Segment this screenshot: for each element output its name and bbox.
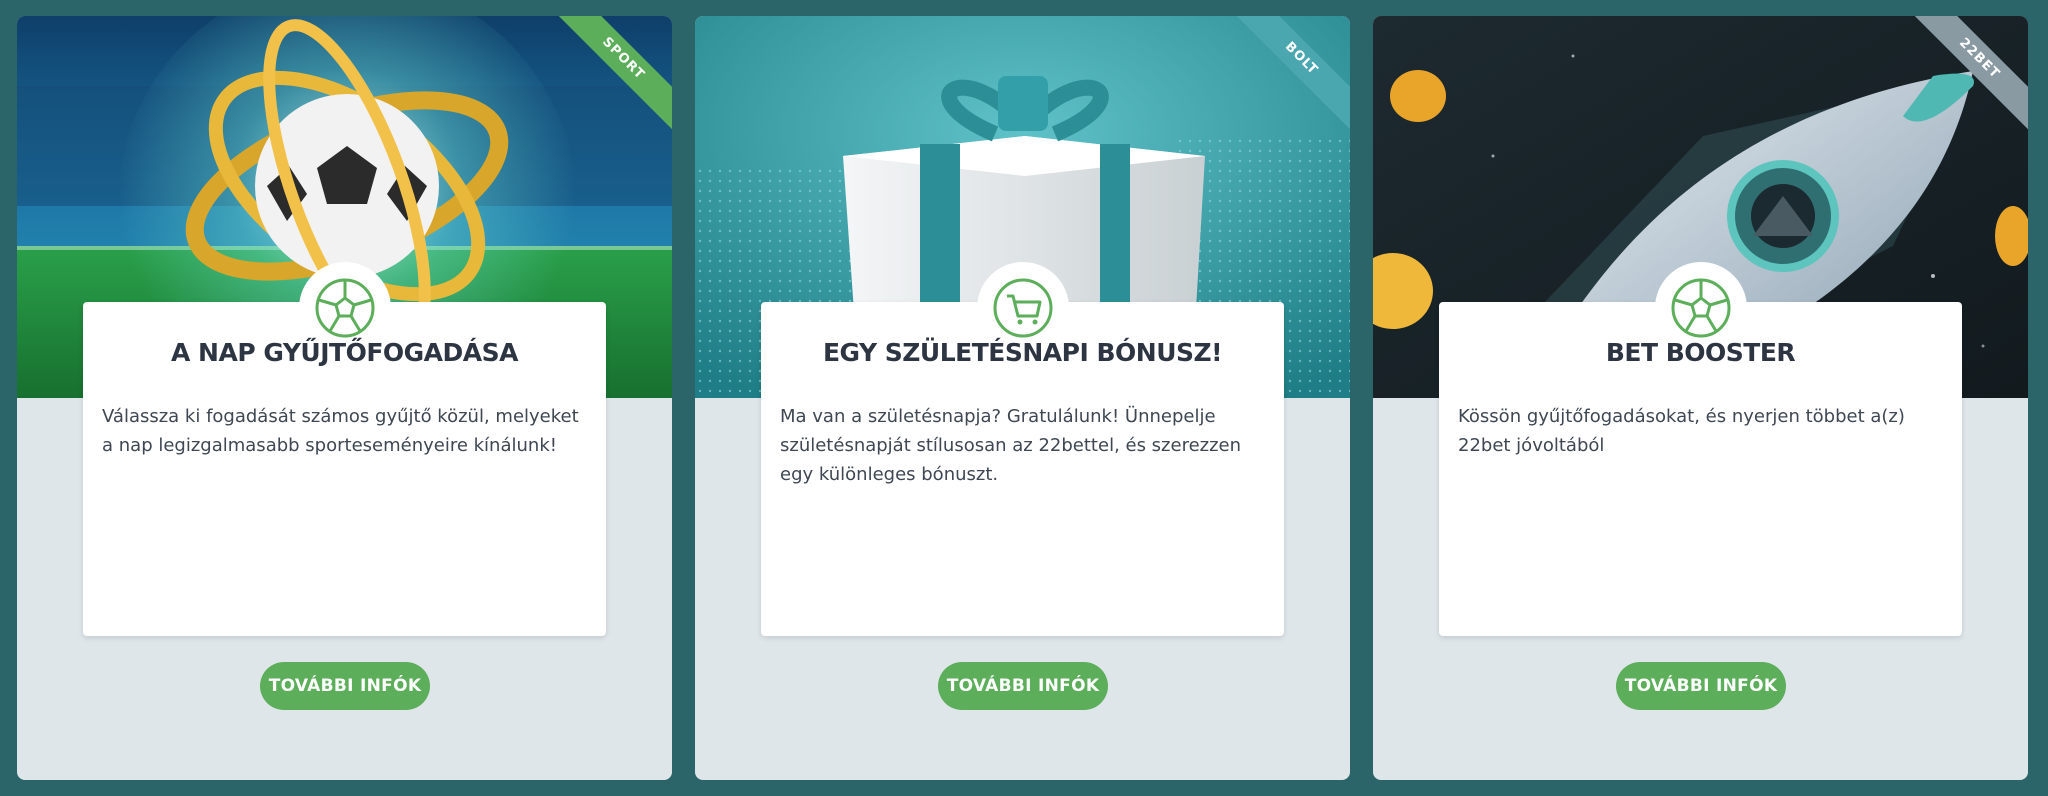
more-info-button[interactable]: TOVÁBBI INFÓK [938, 662, 1108, 710]
promo-info-box: A NAP GYŰJTŐFOGADÁSA Válassza ki fogadás… [83, 262, 606, 636]
promo-card-22bet: 22BET BET BOOSTER Kössön gyűjtőfogadások… [1373, 16, 2028, 780]
soccer-ball-icon [315, 278, 374, 338]
promo-card-sport: SPORT A NAP GYŰJTŐFOGADÁSA Válassza ki f… [17, 16, 672, 780]
promo-title: BET BOOSTER [1605, 338, 1796, 367]
promo-description: Ma van a születésnapja? Gratulálunk! Ünn… [780, 406, 1242, 485]
more-info-button[interactable]: TOVÁBBI INFÓK [1616, 662, 1786, 710]
more-info-button[interactable]: TOVÁBBI INFÓK [260, 662, 430, 710]
soccer-ball-icon [1671, 278, 1730, 338]
promo-info-box: EGY SZÜLETÉSNAPI BÓNUSZ! Ma van a szület… [761, 262, 1284, 636]
promo-info-box: BET BOOSTER Kössön gyűjtőfogadásokat, és… [1439, 262, 1962, 636]
promo-card-shop: BOLT EGY SZÜLETÉSNAPI BÓNUSZ! Ma van a s… [695, 16, 1350, 780]
promo-description: Válassza ki fogadását számos gyűjtő közü… [102, 406, 579, 456]
promo-description: Kössön gyűjtőfogadásokat, és nyerjen töb… [1458, 406, 1905, 456]
shopping-cart-icon [993, 278, 1052, 338]
promo-title: A NAP GYŰJTŐFOGADÁSA [171, 338, 518, 367]
promo-title: EGY SZÜLETÉSNAPI BÓNUSZ! [822, 338, 1223, 367]
